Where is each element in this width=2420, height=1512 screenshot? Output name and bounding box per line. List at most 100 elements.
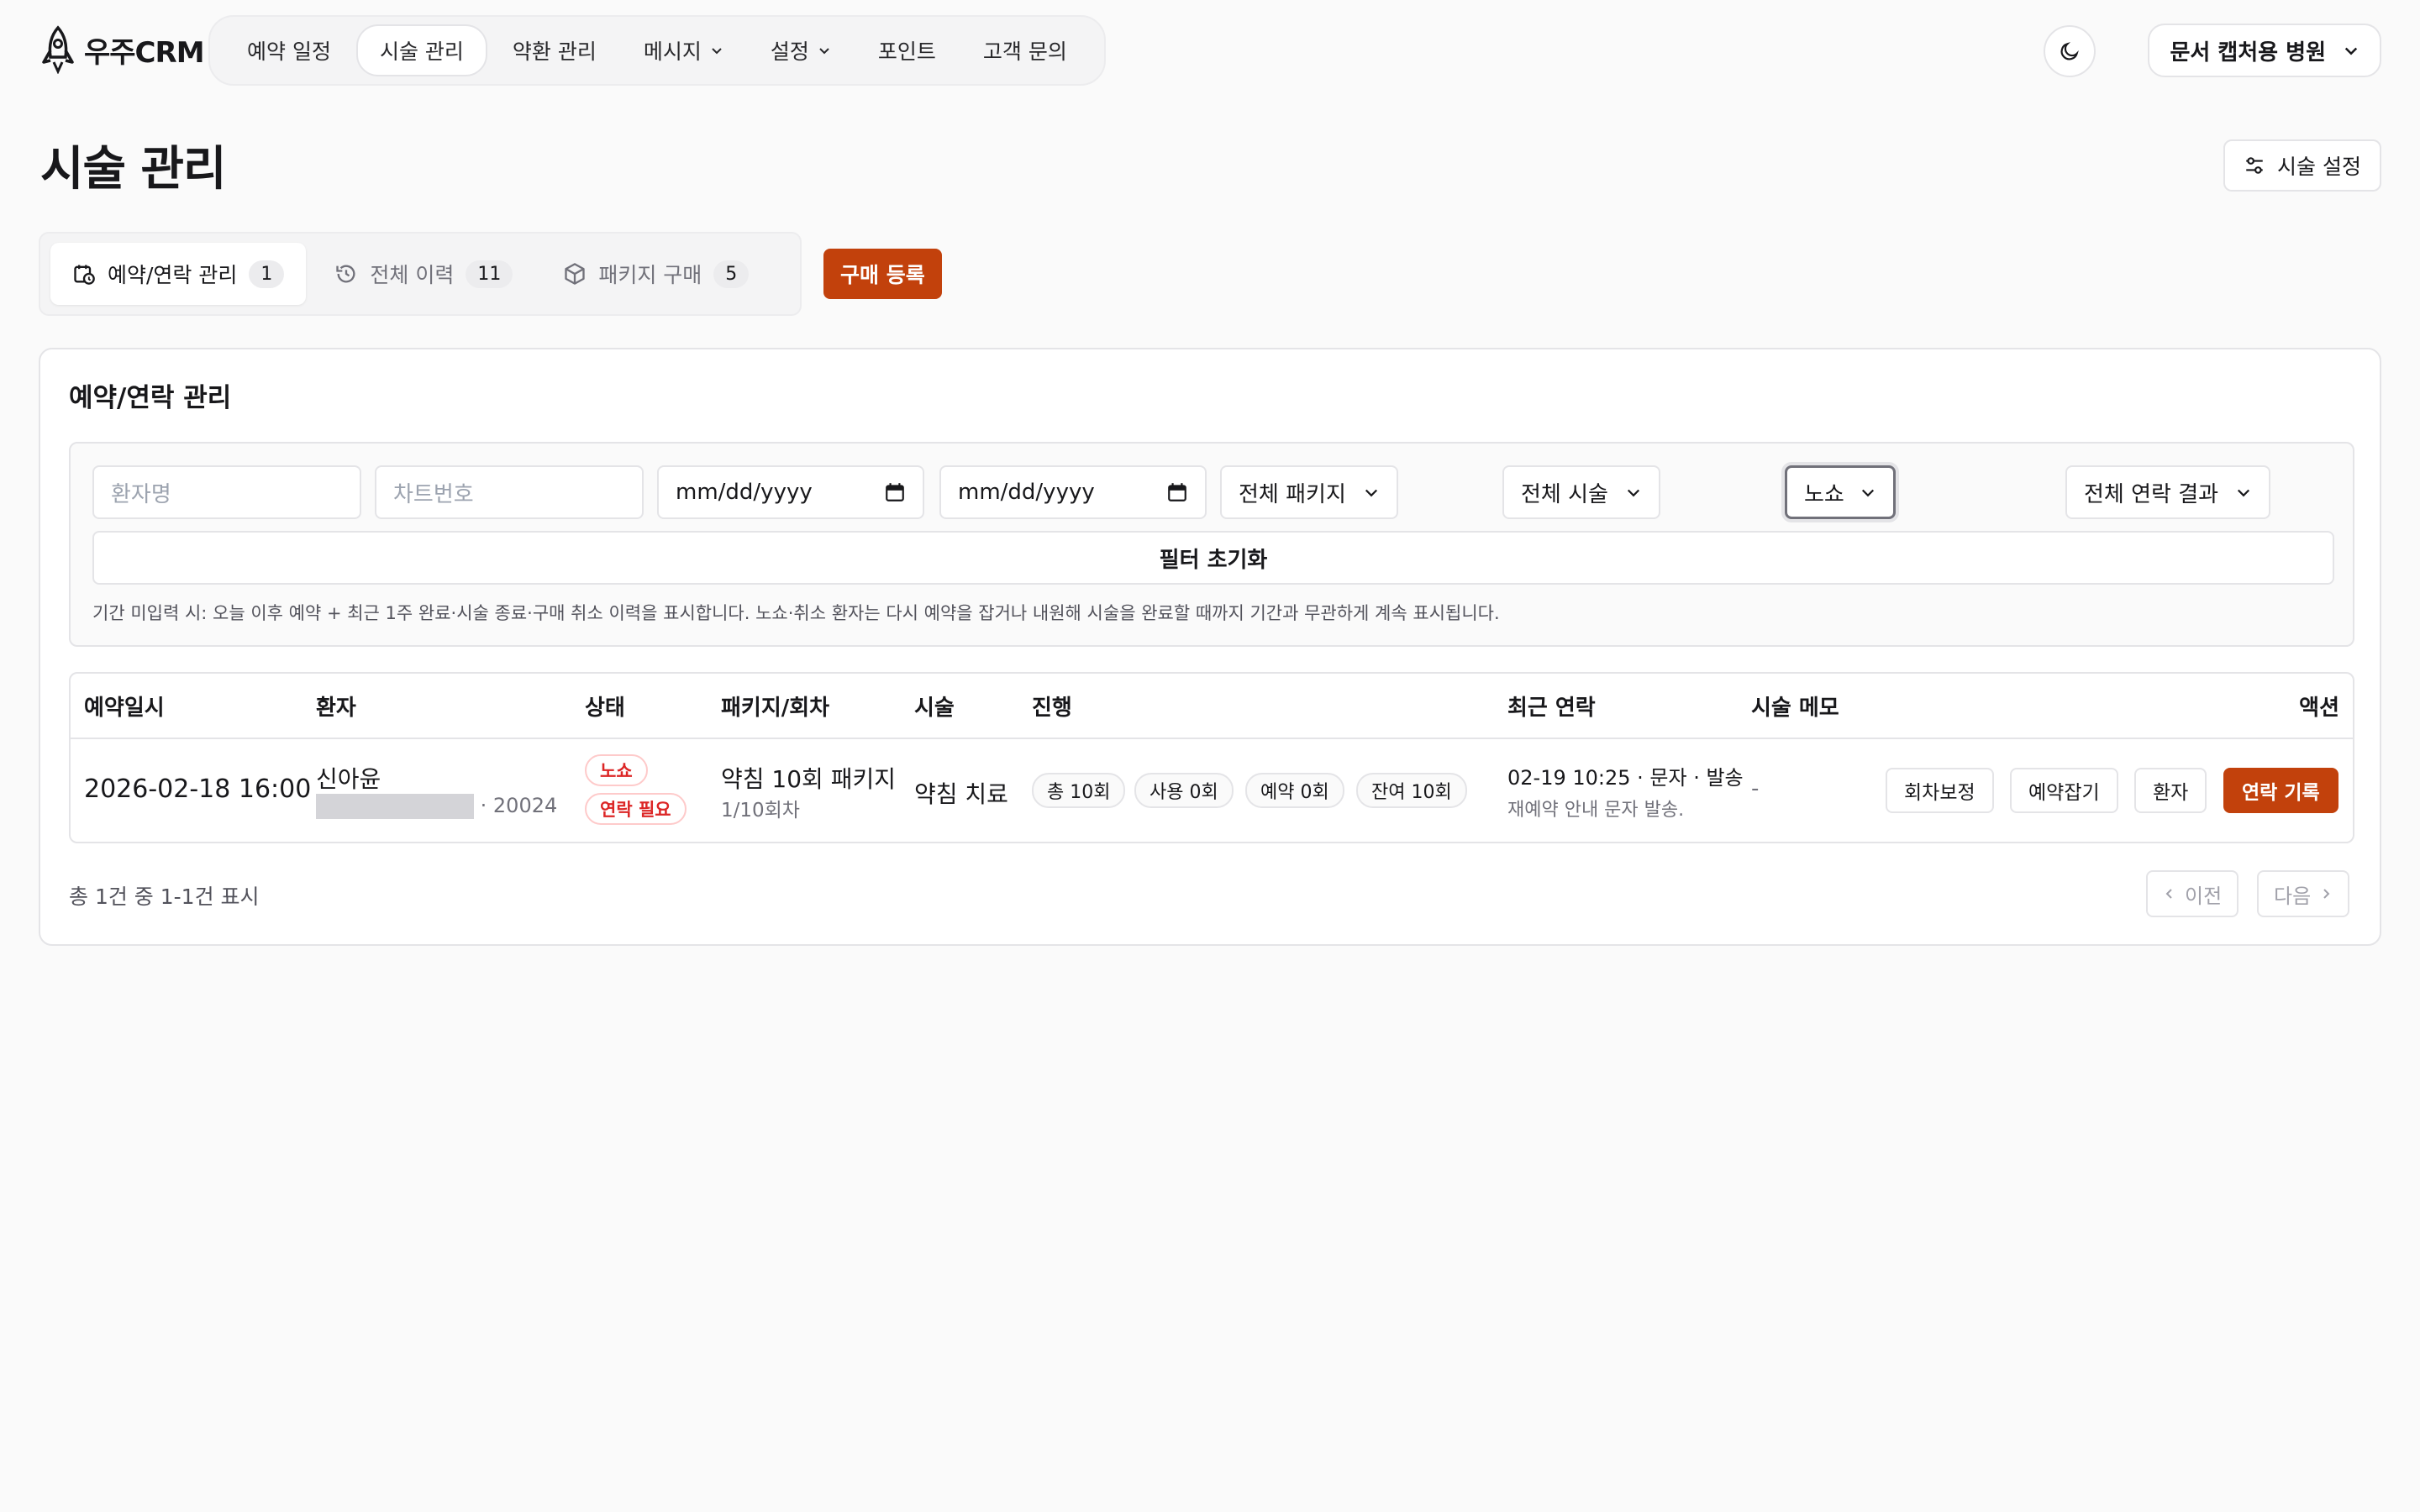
section-title: 예약/연락 관리: [69, 383, 232, 413]
theme-toggle-button[interactable]: [2044, 25, 2096, 77]
select-value: 전체 패키지: [1239, 481, 1346, 507]
procedure-select[interactable]: 전체 시술: [1502, 465, 1660, 519]
register-purchase-button[interactable]: 구매 등록: [823, 249, 942, 299]
reservation-datetime: 2026-02-18 16:00: [84, 774, 312, 804]
redacted-block: [316, 794, 474, 819]
org-select[interactable]: 문서 캡처용 병원: [2148, 24, 2381, 77]
calendar-icon[interactable]: [1166, 481, 1188, 503]
patient-name-input[interactable]: 환자명: [92, 465, 361, 519]
column-header: 예약일시: [84, 696, 165, 721]
calendar-icon[interactable]: [884, 481, 906, 503]
package-session: 1/10회차: [721, 800, 800, 822]
pagination-summary: 총 1건 중 1-1건 표시: [69, 885, 260, 909]
prev-label: 이전: [2185, 884, 2223, 908]
patient-name[interactable]: 신아윤: [316, 761, 381, 795]
calendar-clock-icon: [74, 265, 95, 285]
tab-label: 예약/연락 관리: [108, 263, 238, 287]
org-name: 문서 캡처용 병원: [2170, 39, 2326, 66]
progress-remaining-pill: 잔여 10회: [1356, 773, 1467, 808]
next-label: 다음: [2274, 884, 2312, 908]
nav-item-messages[interactable]: 메시지: [622, 24, 745, 76]
chevron-left-icon: [2165, 889, 2172, 899]
column-header: 시술 메모: [1751, 696, 1839, 721]
view-tabs: 예약/연락 관리 1 전체 이력 11 패키지 구매 5: [39, 232, 802, 316]
nav-label: 시술 관리: [379, 39, 464, 64]
tab-package-purchases[interactable]: 패키지 구매 5: [541, 243, 771, 305]
nav-label: 메시지: [643, 39, 702, 64]
tab-count-badge: 1: [249, 260, 285, 288]
contact-result-select[interactable]: 전체 연락 결과: [2065, 465, 2270, 519]
app-logo[interactable]: 우주CRM: [39, 25, 205, 74]
prev-page-button[interactable]: 이전: [2146, 870, 2239, 917]
progress-reserved-pill: 예약 0회: [1245, 773, 1344, 808]
reservation-contact-card: 예약/연락 관리 환자명 차트번호 mm/dd/yyyy mm/dd/yyyy: [39, 348, 2381, 946]
chevron-right-icon: [2323, 889, 2330, 899]
sliders-icon: [2246, 157, 2263, 174]
history-icon: [336, 265, 355, 283]
select-value: 전체 시술: [1521, 481, 1608, 507]
settings-label: 시술 설정: [2277, 155, 2361, 179]
tab-reservations[interactable]: 예약/연락 관리 1: [50, 243, 307, 305]
placeholder-text: 환자명: [111, 481, 171, 507]
nav-item-points[interactable]: 포인트: [856, 24, 958, 76]
nav-label: 약환 관리: [512, 39, 597, 64]
date-to-input[interactable]: mm/dd/yyyy: [939, 465, 1207, 519]
tab-count-badge: 5: [713, 260, 750, 288]
placeholder-text: 차트번호: [393, 481, 474, 507]
procedure-name: 약침 치료: [914, 780, 1008, 808]
book-reservation-button[interactable]: 예약잡기: [2010, 768, 2118, 813]
tab-history[interactable]: 전체 이력 11: [313, 243, 534, 305]
status-badge-label: 연락 필요: [585, 793, 687, 825]
procedure-memo: -: [1751, 776, 1760, 801]
log-contact-button[interactable]: 연락 기록: [2223, 768, 2338, 813]
column-header: 상태: [585, 696, 625, 721]
column-header: 환자: [316, 696, 356, 721]
package-name: 약침 10회 패키지: [721, 765, 896, 793]
top-bar: 우주CRM 예약 일정 시술 관리 약환 관리 메시지 설정 포인트 고객 문의…: [39, 15, 2381, 86]
date-value: mm/dd/yyyy: [958, 480, 1095, 505]
adjust-session-button[interactable]: 회차보정: [1886, 768, 1994, 813]
column-header: 액션: [2299, 696, 2339, 721]
next-page-button[interactable]: 다음: [2257, 870, 2350, 917]
patient-button[interactable]: 환자: [2134, 768, 2207, 813]
column-header: 진행: [1032, 696, 1072, 721]
nav-label: 고객 문의: [982, 39, 1067, 64]
patient-chart-number: · 20024: [316, 794, 557, 819]
nav-item-schedule[interactable]: 예약 일정: [225, 24, 353, 76]
status-badge: 연락 필요: [585, 793, 687, 825]
app-name: 우주CRM: [84, 35, 205, 70]
main-nav: 예약 일정 시술 관리 약환 관리 메시지 설정 포인트 고객 문의: [208, 15, 1106, 86]
status-badge: 노쇼: [585, 754, 648, 786]
last-contact-note: 재예약 안내 문자 발송.: [1507, 800, 1685, 821]
column-header: 패키지/회차: [721, 696, 830, 721]
moon-icon: [2060, 42, 2079, 60]
select-value: 전체 연락 결과: [2084, 481, 2219, 507]
tab-count-badge: 11: [466, 260, 513, 288]
chevron-down-icon: [2344, 47, 2358, 55]
nav-item-procedures[interactable]: 시술 관리: [355, 24, 487, 76]
chart-suffix: · 20024: [480, 794, 558, 817]
status-select[interactable]: 노쇼: [1785, 465, 1896, 519]
nav-item-settings[interactable]: 설정: [749, 24, 853, 76]
date-from-input[interactable]: mm/dd/yyyy: [657, 465, 924, 519]
nav-item-medicine[interactable]: 약환 관리: [491, 24, 618, 76]
nav-label: 포인트: [877, 39, 936, 64]
reset-filters-button[interactable]: 필터 초기화: [92, 531, 2334, 585]
column-header: 시술: [914, 696, 955, 721]
date-value: mm/dd/yyyy: [676, 480, 813, 505]
nav-label: 예약 일정: [247, 39, 331, 64]
package-select[interactable]: 전체 패키지: [1220, 465, 1398, 519]
procedure-settings-button[interactable]: 시술 설정: [2223, 139, 2381, 192]
chevron-down-icon: [2237, 489, 2250, 497]
rocket-icon: [42, 25, 74, 74]
progress-total-pill: 총 10회: [1032, 773, 1126, 808]
chart-number-input[interactable]: 차트번호: [375, 465, 644, 519]
filter-help-text: 기간 미입력 시: 오늘 이후 예약 + 최근 1주 완료·시술 종료·구매 취…: [92, 603, 1500, 623]
nav-item-inquiries[interactable]: 고객 문의: [961, 24, 1089, 76]
table-header: 예약일시 환자 상태 패키지/회차 시술 진행 최근 연락 시술 메모 액션: [71, 674, 2353, 739]
filter-panel: 환자명 차트번호 mm/dd/yyyy mm/dd/yyyy 전체 패키지 전체…: [69, 442, 2354, 647]
package-icon: [565, 263, 585, 285]
page-title: 시술 관리: [40, 142, 227, 197]
status-badge-label: 노쇼: [585, 754, 648, 786]
nav-label: 설정: [770, 39, 809, 64]
